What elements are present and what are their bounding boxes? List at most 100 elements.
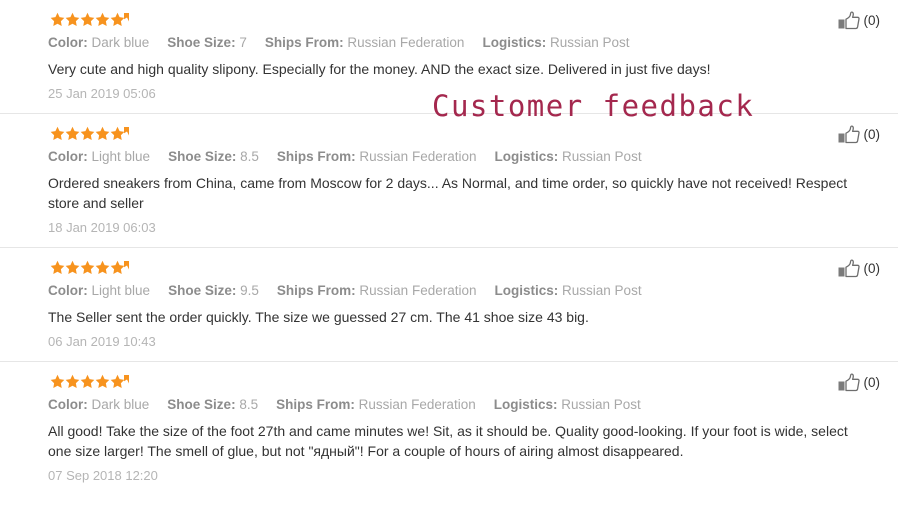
star-icon	[95, 374, 110, 389]
attribute-logistics-label: Logistics:	[482, 35, 547, 50]
helpful-button[interactable]: (0)	[837, 124, 881, 146]
attribute-shoe-size-label: Shoe Size:	[167, 35, 236, 50]
star-icon	[110, 260, 125, 275]
attribute-ships-from-label: Ships From:	[276, 283, 356, 298]
review-date: 06 Jan 2019 10:43	[48, 334, 156, 349]
attribute-ships-from-label: Ships From:	[276, 149, 356, 164]
star-icon	[65, 126, 80, 141]
star-icon	[50, 374, 65, 389]
attribute-logistics-value: Russian Post	[561, 397, 641, 412]
attribute-logistics-label: Logistics:	[493, 397, 558, 412]
star-icon	[110, 12, 125, 27]
star-icon	[95, 12, 110, 27]
attribute-shoe-size: Shoe Size: 8.5	[167, 397, 258, 412]
attribute-ships-from-value: Russian Federation	[359, 149, 477, 164]
attribute-color-label: Color:	[48, 397, 88, 412]
review-date: 25 Jan 2019 05:06	[48, 86, 156, 101]
attribute-shoe-size-label: Shoe Size:	[168, 149, 237, 164]
star-rating	[50, 256, 850, 278]
star-icon	[65, 260, 80, 275]
attribute-logistics: Logistics: Russian Post	[494, 397, 641, 412]
review-attributes: Color: Dark blue Shoe Size: 7 Ships From: …	[48, 33, 850, 53]
attribute-ships-from-label: Ships From:	[276, 397, 355, 412]
attribute-color-label: Color:	[48, 149, 88, 164]
review-body-text: All good! Take the size of the foot 27th…	[48, 423, 848, 459]
attribute-color-value: Dark blue	[91, 35, 150, 50]
star-rating	[50, 8, 850, 30]
attribute-color-label: Color:	[48, 283, 88, 298]
attribute-ships-from-value: Russian Federation	[347, 35, 465, 50]
attribute-color-value: Light blue	[91, 149, 151, 164]
attribute-shoe-size-label: Shoe Size:	[168, 283, 237, 298]
star-icon	[50, 126, 65, 141]
attribute-shoe-size-value: 8.5	[239, 397, 259, 412]
attribute-color-label: Color:	[48, 35, 88, 50]
attribute-ships-from: Ships From: Russian Federation	[277, 149, 477, 164]
attribute-shoe-size: Shoe Size: 9.5	[168, 283, 259, 298]
attribute-ships-from: Ships From: Russian Federation	[265, 35, 465, 50]
attribute-logistics: Logistics: Russian Post	[495, 149, 642, 164]
thumbs-up-icon[interactable]	[837, 258, 864, 280]
customer-feedback-list: Color: Dark blue Shoe Size: 7 Ships From: …	[0, 0, 898, 495]
star-rating	[50, 122, 850, 144]
attribute-color: Color: Dark blue	[48, 397, 149, 412]
attribute-logistics: Logistics: Russian Post	[495, 283, 642, 298]
attribute-logistics-label: Logistics:	[494, 283, 559, 298]
attribute-color: Color: Dark blue	[48, 35, 149, 50]
attribute-shoe-size-value: 7	[239, 35, 247, 50]
review-item-4: Color: Dark blue Shoe Size: 8.5 Ships From…	[0, 361, 898, 495]
helpful-button[interactable]: (0)	[837, 258, 881, 280]
review-body-text: Ordered sneakers from China, came from M…	[48, 175, 848, 211]
helpful-count: (0)	[863, 375, 881, 390]
attribute-shoe-size-value: 8.5	[240, 149, 259, 164]
review-attributes: Color: Light blue Shoe Size: 8.5 Ships Fro…	[48, 147, 850, 167]
star-icon	[110, 374, 125, 389]
star-icon	[95, 260, 110, 275]
attribute-ships-from-label: Ships From:	[264, 35, 344, 50]
attribute-color: Color: Light blue	[48, 149, 150, 164]
attribute-ships-from: Ships From: Russian Federation	[276, 397, 476, 412]
review-item-1: Color: Dark blue Shoe Size: 7 Ships From: …	[0, 0, 898, 113]
attribute-ships-from-value: Russian Federation	[358, 397, 476, 412]
review-attributes: Color: Light blue Shoe Size: 9.5 Ships Fro…	[48, 281, 850, 301]
attribute-logistics-label: Logistics:	[494, 149, 559, 164]
thumbs-up-icon[interactable]	[837, 124, 864, 146]
star-icon	[50, 260, 65, 275]
review-body-text: The Seller sent the order quickly. The s…	[48, 309, 589, 325]
helpful-button[interactable]: (0)	[837, 10, 881, 32]
star-icon	[50, 12, 65, 27]
thumbs-up-icon[interactable]	[837, 372, 864, 394]
review-date: 18 Jan 2019 06:03	[48, 220, 156, 235]
attribute-shoe-size: Shoe Size: 8.5	[168, 149, 259, 164]
attribute-logistics-value: Russian Post	[562, 283, 642, 298]
star-rating	[50, 370, 850, 392]
attribute-color-value: Light blue	[91, 283, 151, 298]
star-icon	[80, 126, 95, 141]
star-icon	[110, 126, 125, 141]
review-body-text: Very cute and high quality slipony. Espe…	[48, 61, 711, 77]
helpful-count: (0)	[863, 127, 881, 142]
attribute-logistics-value: Russian Post	[549, 35, 630, 50]
thumbs-up-icon[interactable]	[837, 10, 864, 32]
attribute-color: Color: Light blue	[48, 283, 150, 298]
attribute-color-value: Dark blue	[91, 397, 150, 412]
attribute-logistics-value: Russian Post	[562, 149, 642, 164]
star-icon	[95, 126, 110, 141]
attribute-shoe-size-label: Shoe Size:	[167, 397, 236, 412]
star-icon	[80, 260, 95, 275]
helpful-button[interactable]: (0)	[837, 372, 881, 394]
attribute-shoe-size: Shoe Size: 7	[167, 35, 247, 50]
attribute-logistics: Logistics: Russian Post	[482, 35, 629, 50]
helpful-count: (0)	[863, 13, 881, 28]
attribute-ships-from-value: Russian Federation	[359, 283, 477, 298]
review-attributes: Color: Dark blue Shoe Size: 8.5 Ships From…	[48, 395, 850, 415]
attribute-ships-from: Ships From: Russian Federation	[277, 283, 477, 298]
star-icon	[65, 374, 80, 389]
review-item-3: Color: Light blue Shoe Size: 9.5 Ships Fro…	[0, 247, 898, 361]
review-date: 07 Sep 2018 12:20	[48, 468, 158, 483]
review-item-2: Color: Light blue Shoe Size: 8.5 Ships Fro…	[0, 113, 898, 247]
attribute-shoe-size-value: 9.5	[240, 283, 259, 298]
helpful-count: (0)	[863, 261, 881, 276]
star-icon	[80, 374, 95, 389]
star-icon	[65, 12, 80, 27]
